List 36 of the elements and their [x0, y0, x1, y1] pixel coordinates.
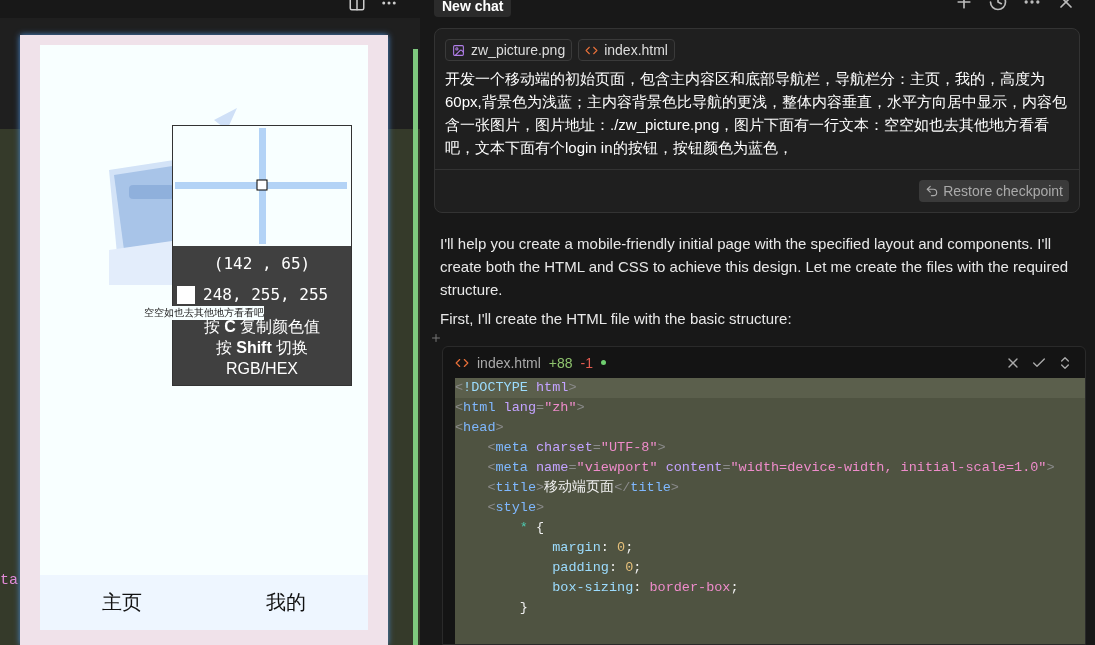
hint-text: 按 C 复制颜色值 [203, 318, 321, 337]
color-swatch [177, 285, 195, 304]
coordinates: (142 , 65) [213, 254, 311, 273]
code-line: } [518, 599, 529, 617]
code-line: <meta name="viewport" content="width=device-width, initial-scale=1.0"> [486, 459, 1056, 477]
attachment-chip[interactable]: zw_picture.png [445, 39, 573, 61]
code-line: * { [518, 519, 546, 537]
code-line: box-sizing: border-box; [551, 579, 740, 597]
color-value: 248, 255, 255 [203, 285, 329, 304]
hint-text: 按 Shift 切换 RGB/HEX [214, 338, 310, 379]
crosshair-icon [173, 126, 349, 246]
code-line: <head> [455, 419, 505, 437]
nav-item[interactable]: 我的 [266, 589, 306, 616]
removed-count: -1 [580, 354, 593, 371]
attachment-chip[interactable]: index.html [578, 39, 675, 61]
undo-icon [925, 184, 940, 198]
reply-text: First, I'll create the HTML file with the basic structure: [439, 309, 793, 329]
file-name[interactable]: index.html [477, 354, 541, 371]
prompt-text: 开发一个移动端的初始页面，包含主内容区和底部导航栏，导航栏分：主页，我的，高度为60px,背景色为浅蓝；主内容背景色比导航的更浅，整体内容垂直，水平方向居中显示，内容包含一张图片，图片地址：./zw_picture.png，图片下面有一行文本：空空如也去其他地方看看吧，文本下面有个login in的按钮，按钮颜色为蓝色， [444, 69, 1068, 158]
code-line: padding: 0; [551, 559, 643, 577]
code-line: margin: 0; [551, 539, 635, 557]
file-name: zw_picture.png [471, 42, 566, 58]
nav-item[interactable]: 主页 [102, 589, 142, 616]
code-line: <html lang="zh"> [455, 399, 586, 417]
chat-tab[interactable]: New chat [434, 0, 512, 17]
reply-text: I'll help you create a mobile-friendly initial page with the specified layout and components. I'll create both the HTML and CSS to achieve this design. Let me create the files with the required structure. [439, 234, 1070, 300]
restore-checkpoint-button[interactable]: Restore checkpoint [919, 180, 1069, 202]
code-line: <title>移动端页面</title> [486, 478, 680, 497]
empty-text: 空空如也去其他地方看看吧 [144, 306, 264, 320]
code-text: ta [0, 572, 18, 589]
file-name: index.html [604, 42, 668, 58]
code-line: <meta charset="UTF-8"> [486, 439, 667, 457]
unsaved-dot [601, 360, 606, 365]
added-count: +88 [548, 354, 573, 371]
code-line: <style> [486, 499, 546, 517]
image-icon [452, 43, 465, 57]
